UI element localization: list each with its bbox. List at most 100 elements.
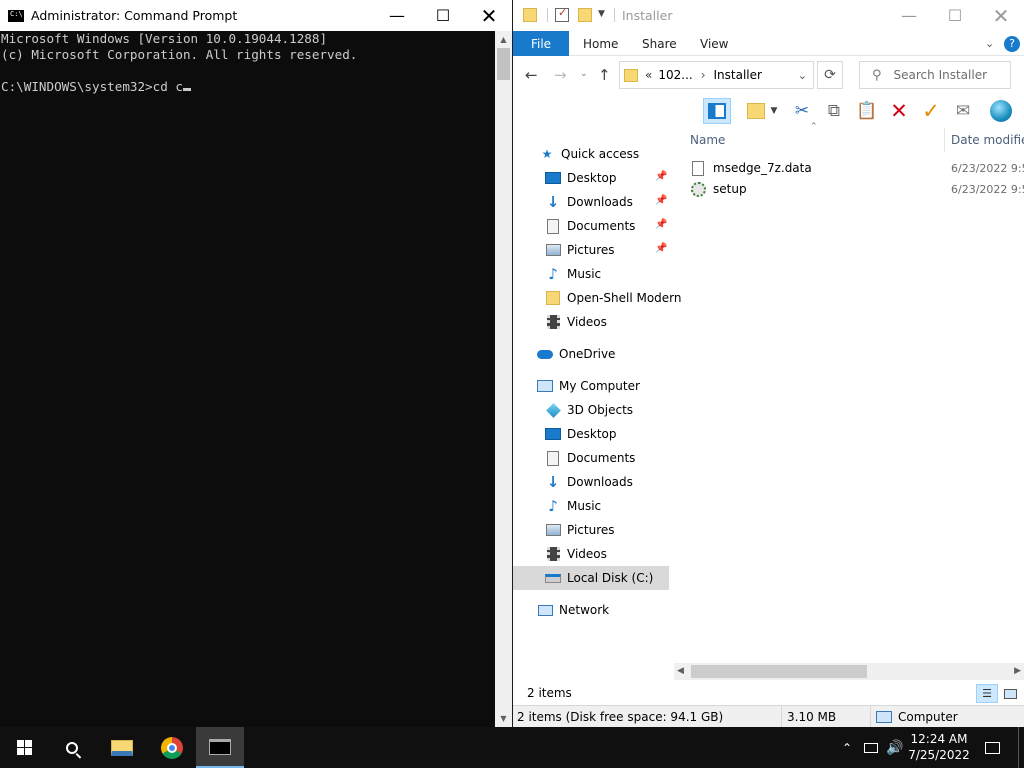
volume-icon[interactable]: 🔊	[884, 727, 906, 768]
nav-label: Open-Shell Modern	[567, 291, 682, 305]
nav-network[interactable]: Network	[513, 598, 669, 622]
maximize-button[interactable]: ☐	[932, 0, 978, 31]
back-arrow-icon[interactable]: ←	[525, 66, 538, 84]
nav-quick-access[interactable]: ★ Quick access	[513, 142, 669, 166]
scroll-up-arrow-icon[interactable]: ▲	[495, 31, 512, 48]
properties-icon[interactable]: ✓	[555, 6, 569, 22]
maximize-button[interactable]: ☐	[420, 0, 466, 31]
rename-check-icon[interactable]: ✓	[917, 98, 945, 124]
explorer-titlebar[interactable]: ✓ ▼ Installer — ☐ ✕	[513, 0, 1024, 31]
large-icons-view-icon[interactable]	[1000, 684, 1020, 703]
file-row[interactable]: setup	[690, 179, 747, 199]
nav-quick-pictures[interactable]: Pictures 📌	[513, 238, 669, 262]
command-prompt-window[interactable]: Administrator: Command Prompt — ☐ ✕ Micr…	[0, 0, 512, 727]
customize-quick-access-icon[interactable]: ▼	[598, 9, 612, 23]
column-header-name[interactable]: Name	[690, 128, 725, 152]
notification-center-icon[interactable]	[978, 727, 1006, 768]
new-folder-icon[interactable]	[578, 8, 592, 22]
close-button[interactable]: ✕	[978, 0, 1024, 31]
cmd-vertical-scrollbar[interactable]: ▲ ▼	[495, 31, 512, 727]
tab-home[interactable]: Home	[583, 31, 618, 56]
navigation-pane-icon[interactable]	[703, 98, 731, 124]
cmd-titlebar[interactable]: Administrator: Command Prompt — ☐ ✕	[0, 0, 512, 31]
expand-ribbon-chevron-icon[interactable]: ⌄	[985, 31, 994, 56]
taskbar-command-prompt[interactable]	[196, 727, 244, 768]
up-arrow-icon[interactable]: ↑	[598, 66, 611, 84]
help-icon[interactable]: ?	[1004, 31, 1020, 56]
pin-icon[interactable]: 📌	[655, 195, 667, 206]
minimize-button[interactable]: —	[374, 0, 420, 31]
breadcrumb-current[interactable]: Installer	[714, 68, 762, 82]
globe-icon[interactable]	[987, 98, 1015, 124]
nav-3d-objects[interactable]: 3D Objects	[513, 398, 669, 422]
pin-icon[interactable]: 📌	[655, 243, 667, 254]
network-status-icon[interactable]	[860, 727, 882, 768]
search-icon	[66, 741, 82, 759]
nav-quick-downloads[interactable]: ↓ Downloads 📌	[513, 190, 669, 214]
nav-downloads[interactable]: ↓ Downloads	[513, 470, 669, 494]
nav-local-disk[interactable]: Local Disk (C:)	[513, 566, 669, 590]
nav-quick-documents[interactable]: Documents 📌	[513, 214, 669, 238]
console-output[interactable]: Microsoft Windows [Version 10.0.19044.12…	[0, 31, 495, 727]
layout-icon[interactable]	[742, 98, 770, 124]
breadcrumb-parent[interactable]: 102...	[658, 68, 692, 82]
scroll-left-arrow-icon[interactable]: ◀	[677, 666, 684, 676]
nav-pictures[interactable]: Pictures	[513, 518, 669, 542]
details-view-icon[interactable]: ☰	[976, 684, 998, 703]
pin-icon[interactable]: 📌	[655, 171, 667, 182]
scrollbar-thumb[interactable]	[691, 665, 867, 678]
system-clock[interactable]: 12:24 AM 7/25/2022	[905, 731, 973, 763]
layout-dropdown-chevron-icon[interactable]: ▼	[767, 98, 781, 124]
cut-icon[interactable]: ✂	[788, 98, 816, 124]
close-button[interactable]: ✕	[466, 0, 512, 31]
delete-icon[interactable]: ✕	[885, 98, 913, 124]
copy-icon[interactable]: ⧉	[820, 98, 848, 124]
properties-icon[interactable]: ✉	[949, 98, 977, 124]
nav-quick-music[interactable]: ♪ Music	[513, 262, 669, 286]
nav-music[interactable]: ♪ Music	[513, 494, 669, 518]
search-input[interactable]: ⚲ Search Installer	[859, 61, 1011, 89]
nav-quick-videos[interactable]: Videos	[513, 310, 669, 334]
start-button[interactable]	[0, 727, 48, 768]
location-zone: Computer	[872, 706, 1024, 728]
pictures-icon	[545, 522, 561, 538]
nav-documents[interactable]: Documents	[513, 446, 669, 470]
nav-my-computer[interactable]: My Computer	[513, 374, 669, 398]
scrollbar-thumb[interactable]	[497, 48, 510, 80]
computer-icon	[537, 378, 553, 394]
paste-icon[interactable]: 📋	[853, 98, 881, 124]
scroll-down-arrow-icon[interactable]: ▼	[495, 710, 512, 727]
forward-arrow-icon[interactable]: →	[554, 66, 567, 84]
show-desktop-button[interactable]	[1018, 727, 1024, 768]
file-explorer-window[interactable]: ✓ ▼ Installer — ☐ ✕ File Home Share View…	[513, 0, 1024, 728]
nav-onedrive[interactable]: OneDrive	[513, 342, 669, 366]
nav-label: Network	[559, 603, 610, 617]
column-divider[interactable]	[944, 128, 945, 152]
address-bar[interactable]: « 102... › Installer ⌄	[619, 61, 814, 89]
nav-videos[interactable]: Videos	[513, 542, 669, 566]
horizontal-scrollbar[interactable]: ◀ ▶	[674, 663, 1024, 680]
refresh-icon[interactable]: ⟳	[817, 61, 843, 89]
tab-file[interactable]: File	[513, 31, 569, 56]
tab-view[interactable]: View	[700, 31, 728, 56]
nav-desktop[interactable]: Desktop	[513, 422, 669, 446]
search-button[interactable]	[48, 727, 96, 768]
address-overflow[interactable]: «	[645, 68, 652, 82]
file-list[interactable]: ⌃ Name Date modified msedge_7z.data 6/23…	[683, 122, 1024, 663]
address-dropdown-chevron-icon[interactable]: ⌄	[798, 69, 807, 82]
nav-quick-open-shell[interactable]: Open-Shell Modern	[513, 286, 682, 310]
minimize-button[interactable]: —	[886, 0, 932, 31]
column-header-date[interactable]: Date modified	[951, 128, 1024, 152]
tab-share[interactable]: Share	[642, 31, 677, 56]
nav-label: Videos	[567, 315, 607, 329]
pin-icon[interactable]: 📌	[655, 219, 667, 230]
scroll-right-arrow-icon[interactable]: ▶	[1014, 666, 1021, 676]
taskbar-chrome[interactable]	[148, 727, 196, 768]
clock-time: 12:24 AM	[910, 732, 968, 746]
recent-locations-chevron-icon[interactable]: ⌄	[580, 69, 588, 79]
nav-quick-desktop[interactable]: Desktop 📌	[513, 166, 669, 190]
divider	[614, 8, 615, 22]
taskbar-file-explorer[interactable]	[98, 727, 146, 768]
show-hidden-icons-chevron-icon[interactable]: ⌃	[838, 727, 856, 768]
file-row[interactable]: msedge_7z.data	[690, 158, 812, 178]
